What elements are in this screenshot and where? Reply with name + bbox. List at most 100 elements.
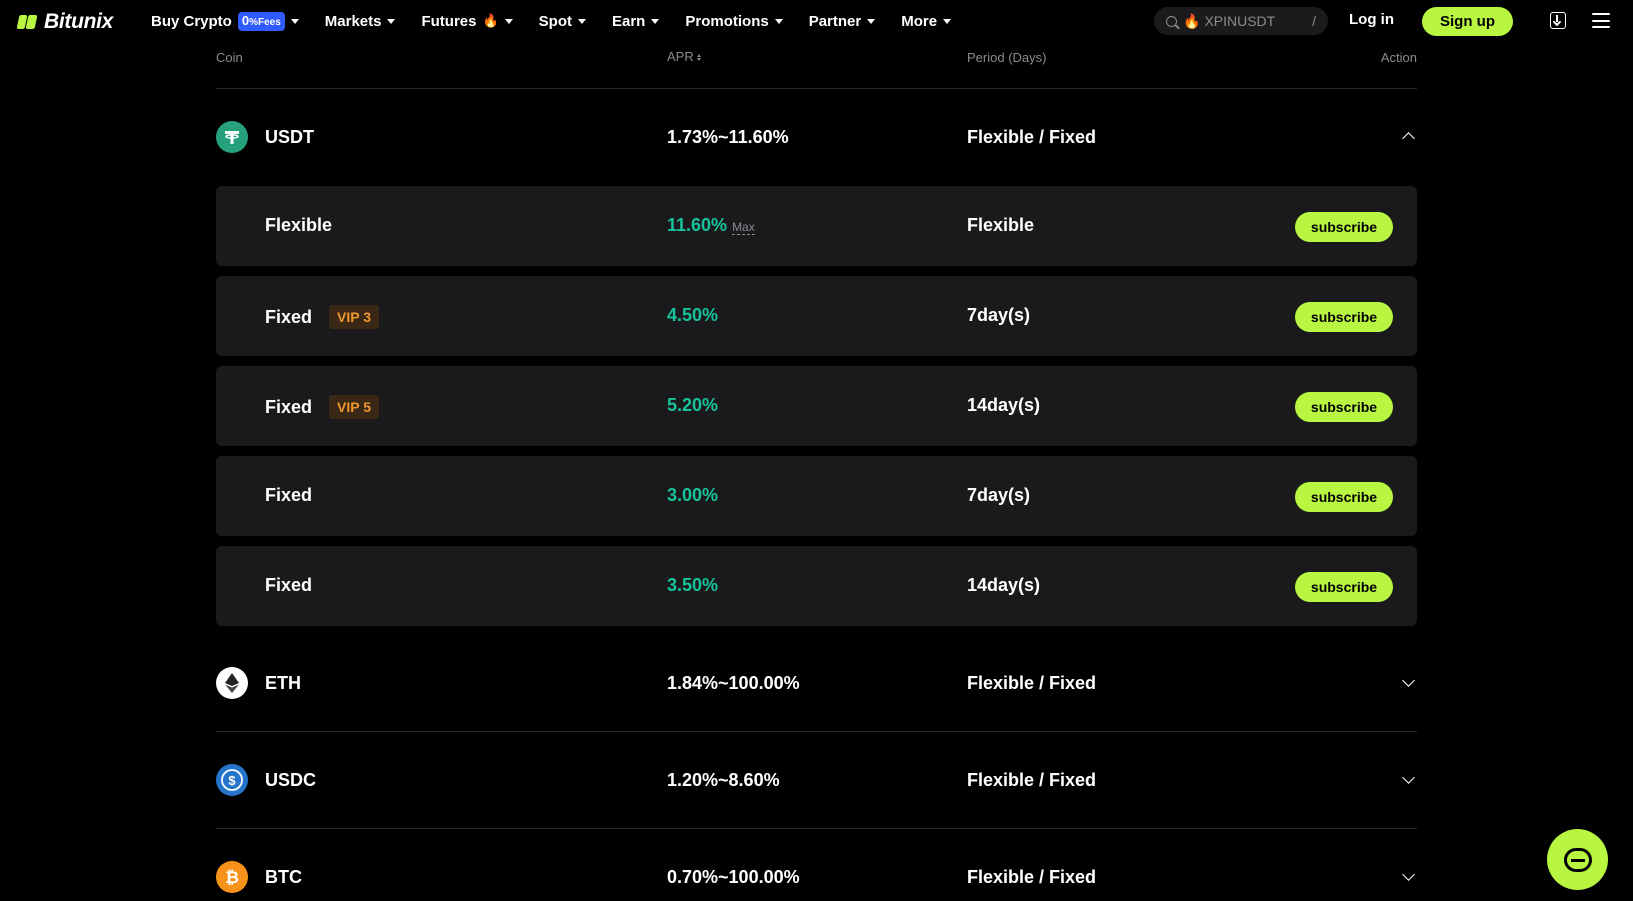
fire-icon: 🔥 [1183, 12, 1201, 29]
brand-logo[interactable]: Bitunix [16, 10, 113, 34]
login-link[interactable]: Log in [1349, 11, 1394, 28]
column-header-period: Period (Days) [967, 50, 1047, 65]
max-tag[interactable]: Max [732, 220, 755, 235]
coin-period: Flexible / Fixed [967, 867, 1097, 887]
menu-label: Partner [808, 12, 862, 30]
product-type: Fixed VIP 5 [265, 395, 380, 419]
coin-apr-range: 1.73%~11.60% [667, 127, 789, 147]
menu-markets[interactable]: Markets [325, 13, 396, 30]
coin-name: USDT [265, 127, 314, 147]
column-header-apr[interactable]: APR [667, 49, 701, 64]
menu-label: Earn [612, 12, 646, 30]
ethereum-icon [216, 667, 248, 699]
svg-text:₿: ₿ [225, 868, 239, 887]
product-row: Fixed 3.50% 14day(s) subscribe [216, 546, 1417, 626]
product-type: Fixed [265, 575, 313, 595]
menu-buy-crypto[interactable]: Buy Crypto 0%Fees [151, 11, 299, 31]
coin-row-usdc[interactable]: $ USDC 1.20%~8.60% Flexible / Fixed [216, 733, 1417, 829]
chevron-down-icon[interactable] [1402, 674, 1415, 687]
product-type: Flexible [265, 215, 333, 235]
menu-promotions[interactable]: Promotions [685, 12, 783, 30]
product-apr: 11.60% Max [667, 215, 755, 235]
product-apr: 3.50% [667, 575, 719, 595]
main-menu: Buy Crypto 0%Fees Markets Futures 🔥 Spot… [151, 0, 977, 42]
chevron-down-icon [387, 18, 396, 24]
download-app-icon[interactable] [1550, 12, 1566, 29]
product-row: Fixed VIP 5 5.20% 14day(s) subscribe [216, 366, 1417, 446]
chevron-down-icon [504, 18, 513, 24]
product-period: Flexible [967, 215, 1035, 235]
product-row: Fixed VIP 3 4.50% 7day(s) subscribe [216, 276, 1417, 356]
menu-label: Promotions [685, 12, 769, 30]
coin-period: Flexible / Fixed [967, 673, 1097, 693]
fire-icon: 🔥 [482, 13, 499, 28]
column-header-action: Action [1380, 50, 1417, 65]
coin-name: USDC [265, 770, 317, 790]
menu-more[interactable]: More [901, 12, 952, 30]
chat-icon [1563, 847, 1592, 872]
menu-label: Spot [538, 12, 572, 30]
signup-button[interactable]: Sign up [1422, 7, 1513, 36]
coin-period: Flexible / Fixed [967, 127, 1097, 147]
coin-row-usdt[interactable]: USDT 1.73%~11.60% Flexible / Fixed [216, 89, 1417, 185]
tether-icon [216, 121, 248, 153]
svg-text:$: $ [228, 773, 236, 788]
menu-futures[interactable]: Futures 🔥 [421, 12, 513, 30]
coin-period: Flexible / Fixed [967, 770, 1097, 790]
product-apr: 3.00% [667, 485, 719, 505]
vip-badge: VIP 5 [329, 395, 380, 419]
product-apr: 5.20% [667, 395, 719, 415]
product-row: Flexible 11.60% Max Flexible subscribe [216, 186, 1417, 266]
chevron-down-icon [290, 18, 299, 24]
product-apr: 4.50% [667, 305, 719, 325]
hamburger-menu-icon[interactable] [1592, 13, 1610, 28]
chevron-down-icon[interactable] [1402, 868, 1415, 881]
product-period: 7day(s) [967, 485, 1031, 505]
coin-row-eth[interactable]: ETH 1.84%~100.00% Flexible / Fixed [216, 636, 1417, 732]
menu-label: Markets [324, 12, 382, 30]
menu-partner[interactable]: Partner [809, 13, 876, 30]
subscribe-button[interactable]: subscribe [1295, 212, 1393, 242]
product-period: 14day(s) [967, 575, 1041, 595]
vip-badge: VIP 3 [329, 305, 380, 329]
chevron-down-icon [774, 18, 783, 24]
chevron-down-icon[interactable] [1402, 771, 1415, 784]
search-input[interactable]: 🔥 XPINUSDT / [1154, 7, 1328, 35]
search-shortcut-hint: / [1312, 13, 1316, 29]
coin-apr-range: 1.84%~100.00% [667, 673, 800, 693]
subscribe-button[interactable]: subscribe [1295, 572, 1393, 602]
product-type: Fixed [265, 485, 313, 505]
menu-label: Futures [421, 12, 477, 30]
chevron-down-icon [651, 18, 660, 24]
sort-icon[interactable] [696, 54, 701, 62]
menu-label: More [901, 12, 938, 30]
subscribe-button[interactable]: subscribe [1295, 482, 1393, 512]
coin-apr-range: 1.20%~8.60% [667, 770, 780, 790]
chevron-down-icon [943, 18, 952, 24]
support-chat-button[interactable] [1547, 829, 1608, 890]
subscribe-button[interactable]: subscribe [1295, 392, 1393, 422]
product-type: Fixed VIP 3 [265, 305, 380, 329]
top-navbar: Bitunix Buy Crypto 0%Fees Markets Future… [0, 0, 1633, 42]
product-row: Fixed 3.00% 7day(s) subscribe [216, 456, 1417, 536]
bitunix-logo-icon [16, 13, 38, 31]
chevron-down-icon [867, 18, 876, 24]
search-icon [1166, 15, 1177, 27]
bitcoin-icon: ₿ [216, 861, 248, 893]
chevron-up-icon[interactable] [1402, 132, 1415, 145]
coin-name: ETH [265, 673, 301, 693]
menu-label: Buy Crypto [151, 12, 232, 30]
coin-name: BTC [265, 867, 302, 887]
earn-table-header: Coin APR Period (Days) Action [216, 42, 1417, 89]
usdc-icon: $ [216, 764, 248, 796]
menu-spot[interactable]: Spot [539, 13, 586, 30]
search-placeholder: XPINUSDT [1204, 13, 1276, 29]
zero-fees-badge: 0%Fees [237, 11, 285, 31]
chevron-down-icon [578, 18, 586, 24]
column-header-label: APR [667, 49, 694, 64]
menu-earn[interactable]: Earn [612, 12, 660, 30]
coin-row-btc[interactable]: ₿ BTC 0.70%~100.00% Flexible / Fixed [216, 830, 1417, 901]
subscribe-button[interactable]: subscribe [1295, 302, 1393, 332]
product-period: 14day(s) [967, 395, 1041, 415]
product-period: 7day(s) [967, 305, 1031, 325]
